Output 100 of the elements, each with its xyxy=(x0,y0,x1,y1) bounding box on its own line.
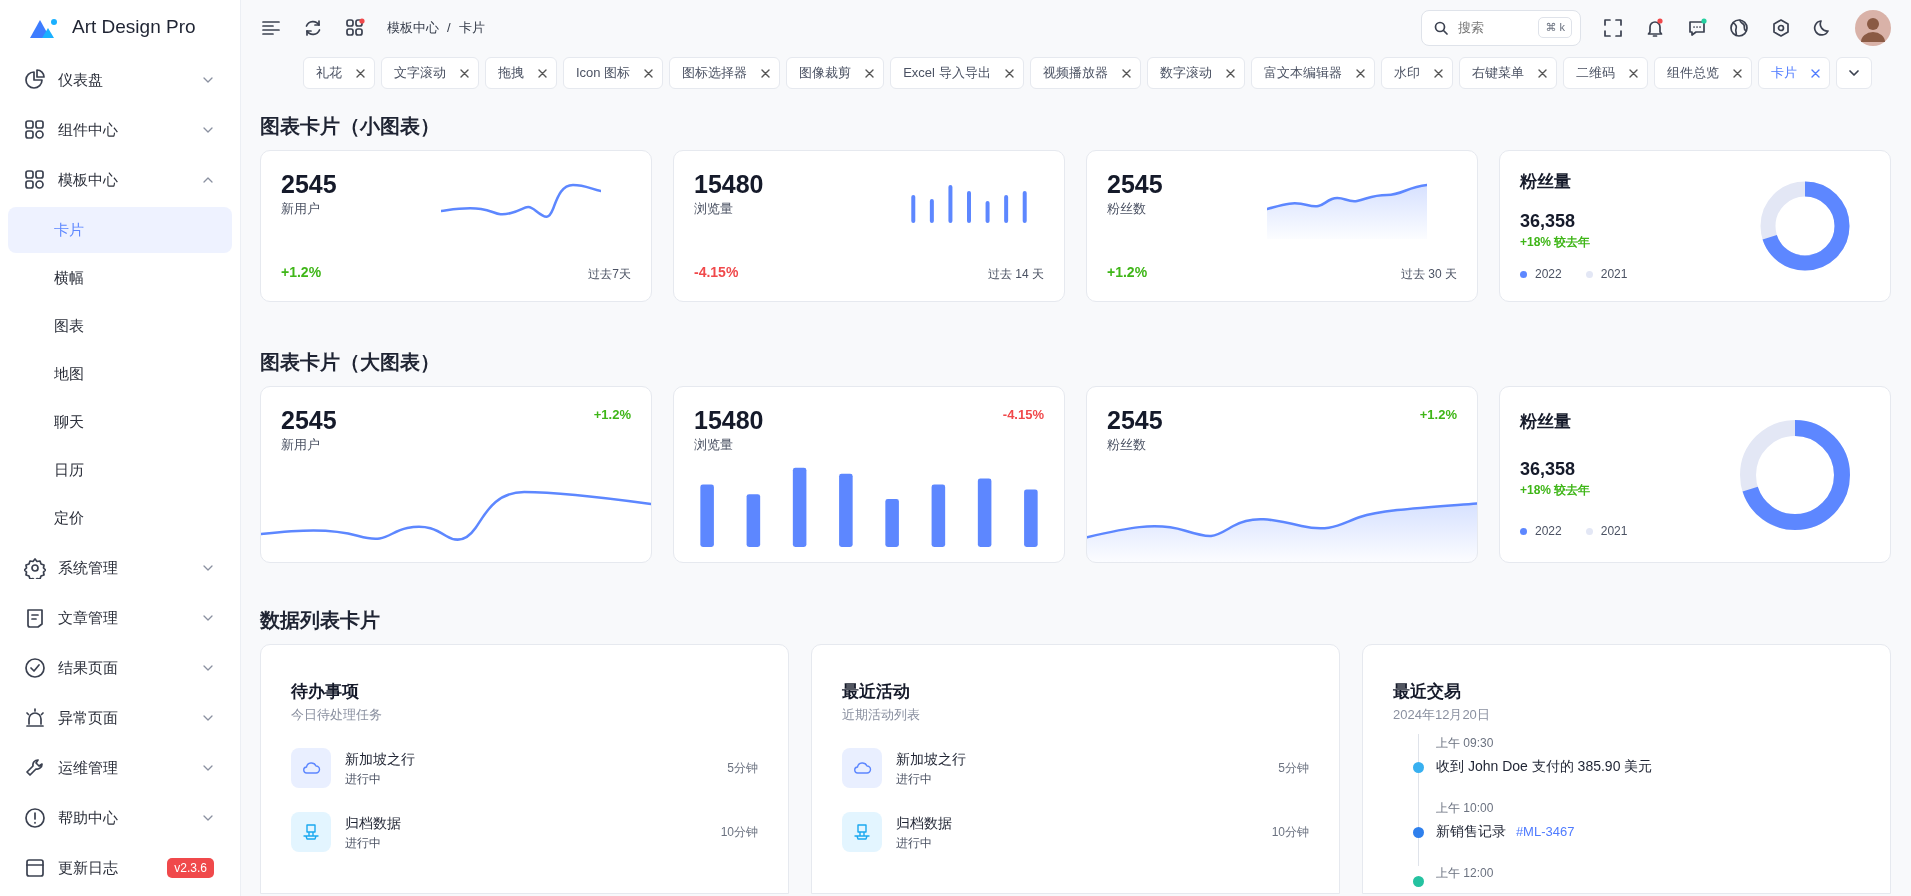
search-input[interactable]: 搜索 xyxy=(1456,16,1526,39)
globe-icon[interactable] xyxy=(1729,17,1749,38)
breadcrumb-separator: / xyxy=(447,18,451,37)
close-icon[interactable] xyxy=(761,68,771,78)
stat-label: 新用户 xyxy=(281,436,321,454)
refresh-icon[interactable] xyxy=(303,17,323,38)
chart-bar xyxy=(1004,195,1009,223)
tab[interactable]: 卡片 xyxy=(1757,57,1830,89)
menu-item[interactable]: 帮助中心 xyxy=(0,793,240,843)
close-icon[interactable] xyxy=(1628,68,1638,78)
chart-bar xyxy=(931,484,946,547)
submenu-item[interactable]: 横幅 xyxy=(8,255,232,301)
chart-bar xyxy=(985,201,990,223)
task-title: 归档数据 xyxy=(345,813,402,833)
submenu-item[interactable]: 聊天 xyxy=(8,399,232,445)
close-icon[interactable] xyxy=(865,68,875,78)
submenu-item[interactable]: 地图 xyxy=(8,351,232,397)
breadcrumb-item[interactable]: 模板中心 xyxy=(387,17,439,38)
close-icon[interactable] xyxy=(644,68,654,78)
menu-item[interactable]: 文章管理 xyxy=(0,593,240,643)
menu-item[interactable]: 模板中心 xyxy=(0,155,240,205)
menu-item[interactable]: 仪表盘 xyxy=(0,55,240,105)
close-icon[interactable] xyxy=(1225,68,1235,78)
grid-icon xyxy=(24,169,46,191)
card-subtitle: 2024年12月20日 xyxy=(1393,705,1491,724)
close-icon[interactable] xyxy=(1433,68,1443,78)
close-icon[interactable] xyxy=(1355,68,1365,78)
legend-label: 2022 xyxy=(1535,266,1562,283)
menu-item[interactable]: 组件中心 xyxy=(0,105,240,155)
submenu-item[interactable]: 图表 xyxy=(8,303,232,349)
chat-icon[interactable] xyxy=(1687,17,1707,38)
task-title: 新加坡之行 xyxy=(896,749,967,769)
legend-label: 2022 xyxy=(1535,523,1562,540)
stat-label: 浏览量 xyxy=(694,200,734,218)
timeline-text: 新销售记录 #ML-3467 xyxy=(1436,822,1575,841)
chart-bar xyxy=(948,185,953,223)
legend-label: 2021 xyxy=(1600,523,1628,540)
task-title: 归档数据 xyxy=(896,813,953,833)
close-icon[interactable] xyxy=(1810,68,1820,78)
tab[interactable]: 视频播放器 xyxy=(1029,57,1141,89)
submenu-item[interactable]: 定价 xyxy=(8,495,232,541)
submenu-item[interactable]: 日历 xyxy=(8,447,232,493)
task-status: 进行中 xyxy=(345,770,382,788)
tab-menu-button[interactable] xyxy=(1835,57,1872,89)
menu-item[interactable]: 运维管理 xyxy=(0,743,240,793)
shortcut-hint: ⌘ k xyxy=(1538,17,1572,38)
close-icon[interactable] xyxy=(1732,68,1742,78)
menu-item[interactable]: 结果页面 xyxy=(0,643,240,693)
task-time: 5分钟 xyxy=(727,760,758,777)
tab[interactable]: Icon 图标 xyxy=(563,57,664,89)
cloud-badge-icon xyxy=(842,748,882,788)
tab[interactable]: 数字滚动 xyxy=(1146,57,1245,89)
tab[interactable]: 拖拽 xyxy=(485,57,557,89)
chart-bar xyxy=(929,199,934,223)
record-link[interactable]: #ML-3467 xyxy=(1515,824,1575,839)
close-icon[interactable] xyxy=(1004,68,1014,78)
card-title: 最近活动 xyxy=(842,681,911,703)
task-time: 5分钟 xyxy=(1278,760,1309,777)
breadcrumb-item[interactable]: 卡片 xyxy=(458,17,485,38)
settings-icon[interactable] xyxy=(1771,17,1791,38)
pie-chart-icon xyxy=(24,69,46,91)
menu-item[interactable]: 更新日志 v2.3.6 xyxy=(0,843,240,893)
menu-item[interactable]: 异常页面 xyxy=(0,693,240,743)
chart-bar xyxy=(1022,191,1027,223)
tab[interactable]: 礼花 xyxy=(303,57,375,89)
tab[interactable]: 组件总览 xyxy=(1653,57,1752,89)
change-text: +1.2% xyxy=(281,263,322,282)
exclamation-circle-icon xyxy=(24,807,46,829)
tab[interactable]: 二维码 xyxy=(1562,57,1648,89)
tab[interactable]: 图标选择器 xyxy=(669,57,781,89)
fullscreen-icon[interactable] xyxy=(1603,17,1623,38)
avatar[interactable] xyxy=(1855,9,1891,46)
notification-icon[interactable] xyxy=(1645,17,1665,38)
menu-item[interactable]: 系统管理 xyxy=(0,543,240,593)
stat-value: 15480 xyxy=(694,169,764,199)
document-icon xyxy=(24,857,46,879)
tab[interactable]: 右键菜单 xyxy=(1458,57,1557,89)
tab[interactable]: Excel 导入导出 xyxy=(890,57,1024,89)
close-icon[interactable] xyxy=(1537,68,1547,78)
change-text: -4.15% xyxy=(1002,406,1044,424)
version-badge: v2.3.6 xyxy=(167,858,214,878)
card-title: 待办事项 xyxy=(291,681,360,703)
section-title: 图表卡片（大图表） xyxy=(260,350,441,375)
tab[interactable]: 水印 xyxy=(1380,57,1453,89)
alarm-icon xyxy=(24,707,46,729)
stat-value: 2545 xyxy=(1107,405,1163,435)
grid-icon[interactable] xyxy=(345,17,365,38)
search-bar[interactable]: 搜索 ⌘ k xyxy=(1421,9,1581,46)
tab[interactable]: 文字滚动 xyxy=(381,57,479,89)
close-icon[interactable] xyxy=(460,68,469,78)
chart-bar xyxy=(746,493,761,547)
card-subtitle: 今日待处理任务 xyxy=(291,705,383,724)
card-title: 粉丝量 xyxy=(1520,411,1572,433)
tab[interactable]: 富文本编辑器 xyxy=(1250,57,1375,89)
close-icon[interactable] xyxy=(1121,68,1131,78)
legend-label: 2021 xyxy=(1600,266,1628,283)
close-icon[interactable] xyxy=(356,68,365,78)
timeline-time: 上午 12:00 xyxy=(1436,865,1494,882)
tab[interactable]: 图像裁剪 xyxy=(786,57,885,89)
close-icon[interactable] xyxy=(538,68,547,78)
